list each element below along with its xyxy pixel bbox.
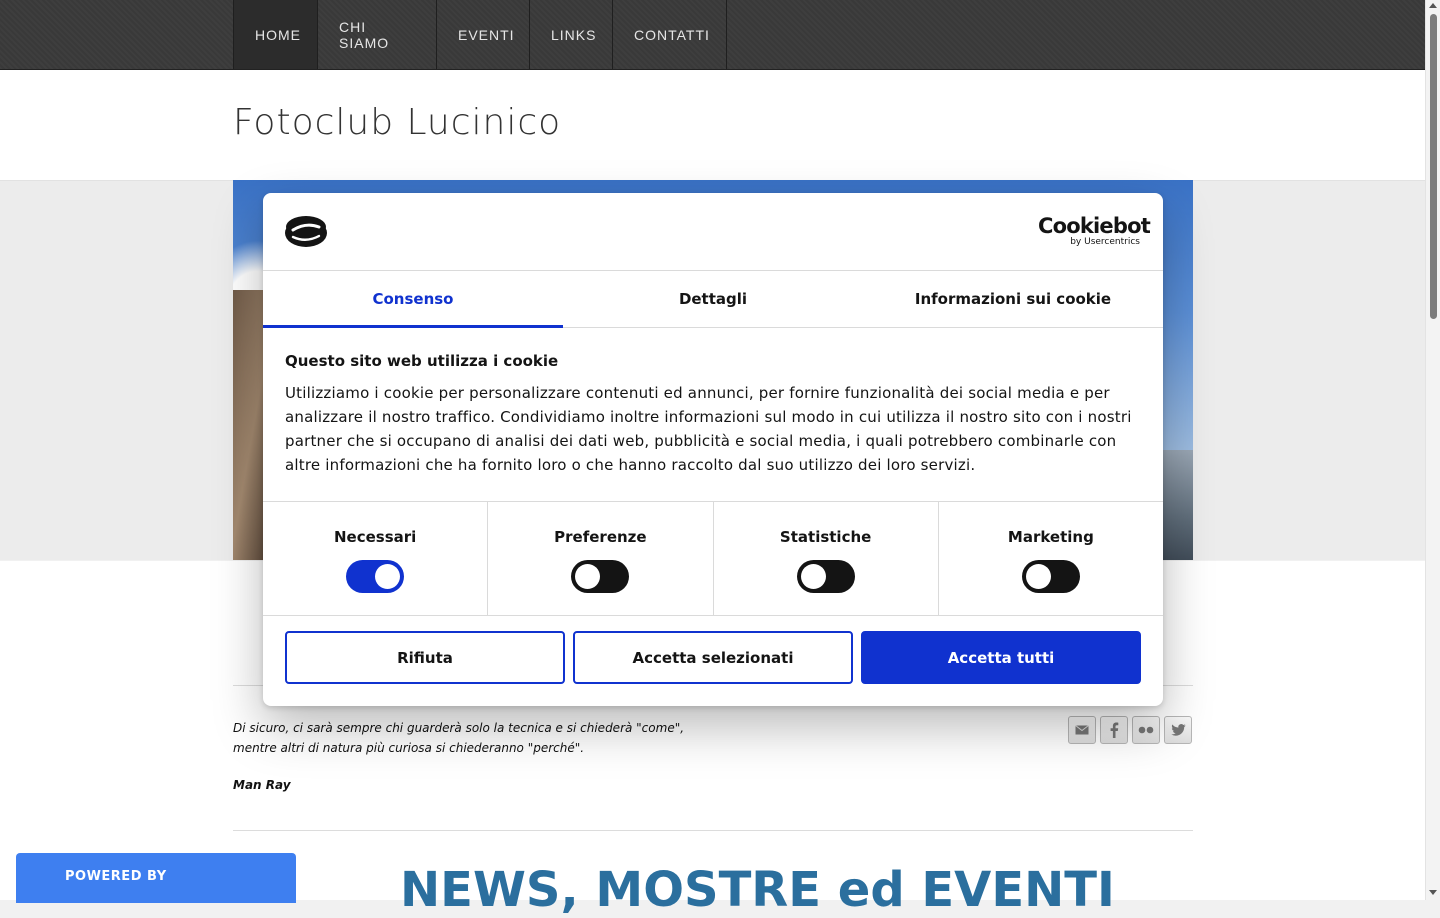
page-scrollbar[interactable] (1425, 0, 1440, 900)
flickr-icon[interactable] (1132, 716, 1160, 744)
toggle-label-preferenze: Preferenze (554, 528, 647, 546)
toggle-group-marketing: Marketing (939, 502, 1163, 615)
quote-author: Man Ray (233, 778, 291, 792)
toggle-necessari[interactable] (346, 560, 405, 593)
top-navigation: HOME CHI SIAMO EVENTI LINKS CONTATTI (0, 0, 1425, 70)
scroll-up-arrow-icon[interactable] (1429, 3, 1437, 8)
tab-consenso[interactable]: Consenso (263, 271, 563, 328)
powered-by-badge[interactable]: POWERED BY (16, 853, 296, 903)
news-section-title: NEWS, MOSTRE ed EVENTI (400, 862, 1115, 918)
scroll-down-arrow-icon[interactable] (1429, 890, 1437, 895)
toggle-group-statistiche: Statistiche (714, 502, 939, 615)
nav-item-chi-siamo[interactable]: CHI SIAMO (318, 0, 437, 69)
toggle-label-statistiche: Statistiche (779, 528, 872, 546)
toggle-knob (375, 564, 401, 589)
site-title[interactable]: Fotoclub Lucinico (233, 102, 561, 143)
cookiebot-logo[interactable]: Cookiebot by Usercentrics (1038, 214, 1151, 247)
consent-toggles: Necessari Preferenze Statistiche Marketi… (263, 501, 1163, 616)
divider (233, 830, 1193, 831)
toggle-knob (800, 564, 826, 589)
nav-item-contatti[interactable]: CONTATTI (613, 0, 727, 69)
toggle-statistiche[interactable] (796, 560, 855, 593)
nav-item-links[interactable]: LINKS (530, 0, 613, 69)
site-header: Fotoclub Lucinico (0, 70, 1425, 181)
cookie-consent-dialog: Cookiebot by Usercentrics Consenso Detta… (263, 193, 1163, 706)
dialog-description: Utilizziamo i cookie per personalizzare … (285, 384, 1132, 474)
reject-button[interactable]: Rifiuta (285, 631, 565, 684)
dialog-title: Questo sito web utilizza i cookie (285, 352, 559, 370)
facebook-icon[interactable] (1100, 716, 1128, 744)
cookie-brand-icon (285, 216, 327, 247)
tab-dettagli[interactable]: Dettagli (563, 271, 863, 327)
toggle-group-necessari: Necessari (263, 502, 489, 615)
email-icon[interactable] (1068, 716, 1096, 744)
quote: Di sicuro, ci sarà sempre chi guarderà s… (233, 718, 693, 758)
cookiebot-by: by Usercentrics (1070, 237, 1140, 247)
dialog-buttons: Rifiuta Accetta selezionati Accetta tutt… (285, 631, 1141, 684)
toggle-marketing[interactable] (1021, 560, 1080, 593)
dialog-tabs: Consenso Dettagli Informazioni sui cooki… (263, 271, 1163, 328)
social-links (1068, 716, 1192, 744)
nav-item-home[interactable]: HOME (233, 0, 318, 69)
toggle-knob (575, 564, 601, 589)
accept-all-button[interactable]: Accetta tutti (861, 631, 1141, 684)
toggle-preferenze[interactable] (571, 560, 630, 593)
toggle-label-marketing: Marketing (1007, 528, 1094, 546)
quote-line-2: mentre altri di natura più curiosa si ch… (233, 741, 585, 755)
toggle-knob (1025, 564, 1051, 589)
twitter-icon[interactable] (1164, 716, 1192, 744)
scrollbar-thumb[interactable] (1430, 14, 1437, 319)
toggle-label-necessari: Necessari (333, 528, 417, 546)
nav-list: HOME CHI SIAMO EVENTI LINKS CONTATTI (233, 0, 727, 69)
dialog-header: Cookiebot by Usercentrics (263, 193, 1163, 271)
toggle-group-preferenze: Preferenze (488, 502, 714, 615)
accept-selected-button[interactable]: Accetta selezionati (573, 631, 853, 684)
cookiebot-name: Cookiebot (1038, 214, 1151, 238)
nav-item-eventi[interactable]: EVENTI (437, 0, 530, 69)
quote-line-1: Di sicuro, ci sarà sempre chi guarderà s… (233, 721, 685, 735)
tab-informazioni[interactable]: Informazioni sui cookie (863, 271, 1163, 327)
powered-by-label: POWERED BY (65, 869, 167, 884)
